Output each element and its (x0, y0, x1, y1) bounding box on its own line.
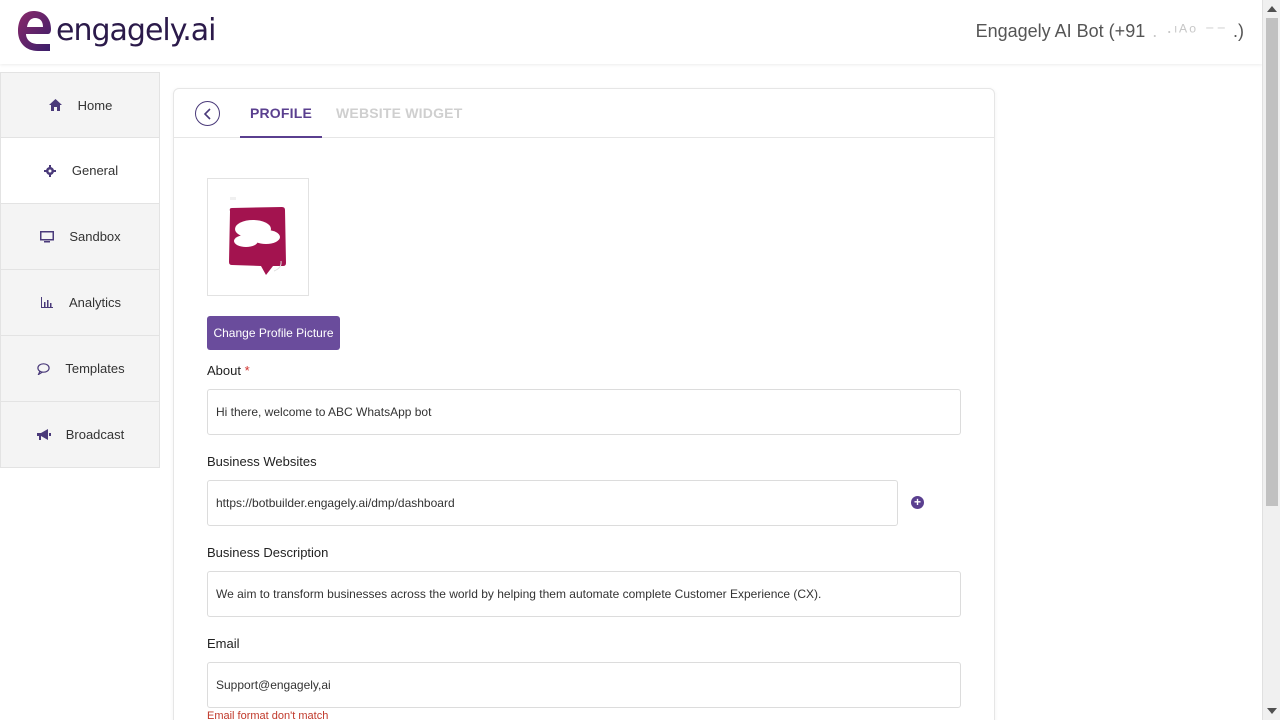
sidebar-item-general[interactable]: General (0, 138, 160, 204)
sidebar-item-label: Home (77, 97, 113, 113)
business-description-label: Business Description (207, 545, 329, 560)
logo-text: engagely.ai (56, 12, 216, 48)
profile-card: PROFILE WEBSITE WIDGET Change Profile Pi… (173, 88, 995, 720)
about-field[interactable]: Hi there, welcome to ABC WhatsApp bot (207, 389, 961, 435)
gear-icon (42, 163, 58, 179)
chevron-left-icon (203, 107, 211, 120)
page-scrollbar[interactable] (1262, 0, 1280, 720)
bot-name-text: Engagely AI Bot (+91 (975, 21, 1146, 41)
engagely-logo[interactable]: engagely.ai (16, 9, 216, 53)
about-label-text: About (207, 363, 241, 378)
sidebar-item-label: Templates (65, 361, 125, 376)
business-website-field[interactable]: https://botbuilder.engagely.ai/dmp/dashb… (207, 480, 898, 526)
scroll-down-arrow-icon[interactable] (1267, 708, 1277, 714)
profile-picture (207, 178, 309, 296)
back-button[interactable] (195, 101, 220, 126)
monitor-icon (39, 229, 55, 245)
bot-number-redacted: . ·ᶦᴬᵒ ⁻⁻ (1145, 21, 1228, 41)
scroll-up-arrow-icon[interactable] (1267, 6, 1277, 12)
sidebar-item-home[interactable]: Home (0, 72, 160, 138)
scroll-thumb[interactable] (1266, 18, 1278, 506)
email-error-message: Email format don't match (207, 710, 329, 720)
tab-profile[interactable]: PROFILE (240, 89, 322, 138)
add-website-button[interactable]: + (911, 496, 924, 509)
chat-icon (35, 361, 51, 377)
bot-name[interactable]: Engagely AI Bot (+91 . ·ᶦᴬᵒ ⁻⁻ .) (976, 21, 1244, 42)
logo-mark-icon (18, 11, 51, 51)
megaphone-icon (36, 427, 52, 443)
plus-icon: + (913, 495, 921, 509)
sidebar-item-label: General (71, 163, 119, 178)
tab-website-widget[interactable]: WEBSITE WIDGET (336, 89, 462, 138)
change-profile-picture-button[interactable]: Change Profile Picture (207, 316, 340, 350)
app-header: engagely.ai Engagely AI Bot (+91 . ·ᶦᴬᵒ … (0, 0, 1262, 64)
home-icon (48, 97, 64, 113)
bot-avatar-icon (229, 197, 286, 275)
sidebar-item-label: Analytics (68, 295, 122, 310)
sidebar-item-analytics[interactable]: Analytics (0, 270, 160, 336)
sidebar-item-label: Sandbox (69, 229, 121, 244)
business-description-field[interactable]: We aim to transform businesses across th… (207, 571, 961, 617)
tab-bar: PROFILE WEBSITE WIDGET (174, 89, 994, 138)
required-marker: * (244, 363, 250, 378)
business-websites-label: Business Websites (207, 454, 317, 469)
bot-name-close: .) (1228, 21, 1244, 41)
sidebar-item-templates[interactable]: Templates (0, 336, 160, 402)
email-label: Email (207, 636, 240, 651)
sidebar-item-broadcast[interactable]: Broadcast (0, 402, 160, 468)
email-field[interactable]: Support@engagely,ai (207, 662, 961, 708)
sidebar-item-sandbox[interactable]: Sandbox (0, 204, 160, 270)
about-label: About * (207, 363, 250, 378)
chart-icon (39, 295, 55, 311)
sidebar: Home General Sandbox Analytics Templates… (0, 72, 160, 468)
sidebar-item-label: Broadcast (65, 427, 125, 442)
